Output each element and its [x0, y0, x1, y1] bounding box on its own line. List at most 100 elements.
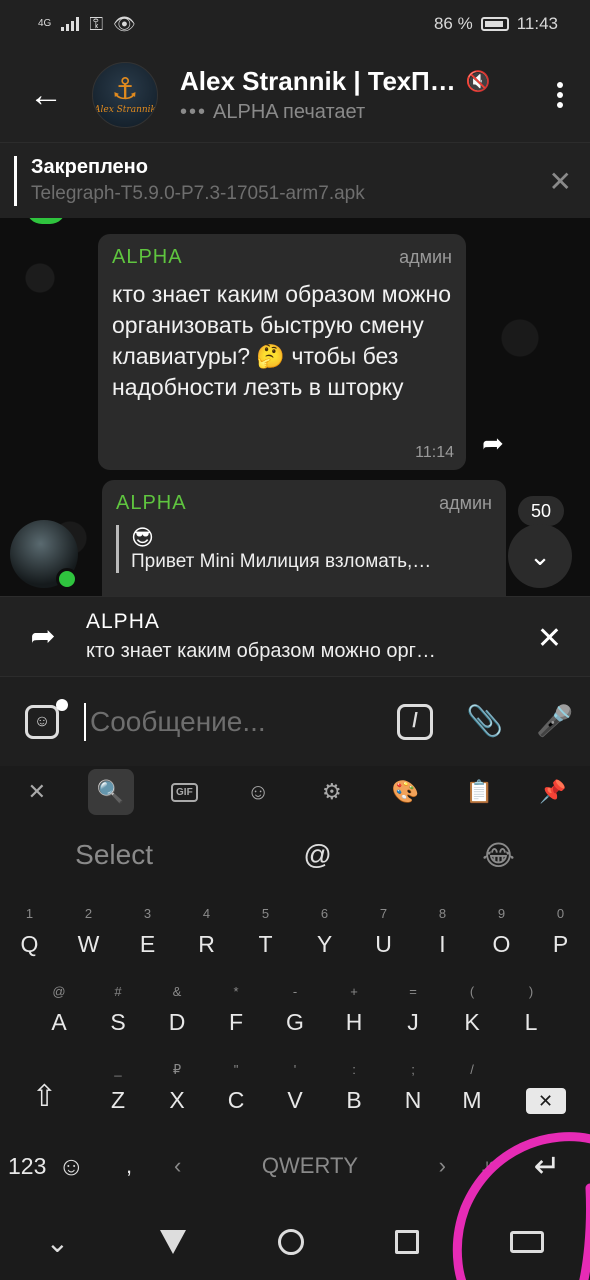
- space-key[interactable]: ‹ QWERTY ›: [154, 1153, 466, 1179]
- key-row-3: ⇧ _ Z ₽ X " C ' V :B ; N / M ✕: [0, 1048, 590, 1126]
- key[interactable]: * F: [207, 970, 266, 1048]
- key[interactable]: 1Q: [0, 892, 59, 970]
- comma-key[interactable]: ,: [104, 1153, 154, 1179]
- key[interactable]: 0P: [531, 892, 590, 970]
- typing-status: ••• ALPHA печатает: [180, 101, 530, 124]
- key[interactable]: ₽ X: [148, 1048, 207, 1126]
- key[interactable]: 3E: [118, 892, 177, 970]
- status-bar: 4G ⚿ 👁 86 % 11:43: [0, 0, 590, 48]
- scroll-down-button[interactable]: ⌄: [508, 524, 572, 588]
- voice-button[interactable]: 🎤: [520, 704, 590, 739]
- message-bubble[interactable]: ALPHA админ 😎 Привет Mini Милиция взлома…: [102, 480, 506, 596]
- key[interactable]: @ A: [30, 970, 89, 1048]
- shift-key[interactable]: ⇧: [1, 1048, 89, 1126]
- key[interactable]: :B: [325, 1048, 384, 1126]
- key[interactable]: = J: [384, 970, 443, 1048]
- chevron-down-icon: ⌄: [529, 540, 551, 571]
- emoji-key[interactable]: ☺: [58, 1151, 104, 1182]
- key[interactable]: + H: [325, 970, 384, 1048]
- key[interactable]: 8I: [413, 892, 472, 970]
- eye-icon: 👁: [113, 13, 136, 34]
- gif-icon[interactable]: GIF: [161, 769, 207, 815]
- message-list[interactable]: ALPHA админ кто знает каким образом можн…: [0, 218, 590, 596]
- search-icon[interactable]: 🔍: [87, 769, 134, 815]
- system-navigation-bar: ⌄: [0, 1204, 590, 1280]
- key[interactable]: ; N: [384, 1048, 443, 1126]
- key[interactable]: 4R: [177, 892, 236, 970]
- punctuation-key[interactable]: ,!?: [466, 1158, 512, 1174]
- key[interactable]: -G: [266, 970, 325, 1048]
- close-reply-button[interactable]: ✕: [537, 621, 562, 656]
- paperclip-icon: 📎: [466, 705, 504, 738]
- on-screen-keyboard: ✕ 🔍 GIF ☺ ⚙ 🎨 📋 📌 Select @ 😂 1Q 2W 3E 4R…: [0, 766, 590, 1204]
- signal-icon: [61, 17, 80, 31]
- message-input[interactable]: Сообщение...: [84, 702, 380, 741]
- message-sender[interactable]: ALPHA: [112, 246, 183, 269]
- battery-icon: [480, 17, 509, 31]
- pinned-text: Telegraph-T5.9.0-P7.3-17051-arm7.apk: [31, 183, 365, 204]
- suggestion-item[interactable]: 😂: [482, 839, 515, 872]
- home-nav-icon[interactable]: [277, 1229, 304, 1255]
- attach-button[interactable]: 📎: [450, 704, 520, 739]
- close-icon[interactable]: ✕: [549, 165, 572, 198]
- reply-target-text: кто знает каким образом можно орг…: [86, 640, 436, 662]
- space-label: QWERTY: [261, 1153, 359, 1178]
- key[interactable]: _ Z: [89, 1048, 148, 1126]
- suggestion-item[interactable]: @: [303, 839, 331, 871]
- backspace-icon: ✕: [525, 1088, 566, 1114]
- key[interactable]: 9O: [472, 892, 531, 970]
- chat-avatar[interactable]: ⚓ Alex Strannik: [92, 62, 158, 128]
- key-icon: ⚿: [89, 13, 104, 34]
- key[interactable]: ) L: [502, 970, 561, 1048]
- key[interactable]: # S: [89, 970, 148, 1048]
- quoted-reply[interactable]: 😎 Привет Mini Милиция взломать,…: [116, 525, 492, 573]
- typing-text: ALPHA печатает: [213, 101, 366, 123]
- chevron-left-icon: ‹: [174, 1153, 182, 1178]
- back-button[interactable]: ←: [0, 48, 92, 142]
- quoted-text: Привет Mini Милиция взломать,…: [131, 551, 432, 572]
- key[interactable]: / M: [443, 1048, 502, 1126]
- sticker-icon[interactable]: ☺: [235, 769, 281, 815]
- bot-command-button[interactable]: /: [380, 703, 450, 740]
- suggestion-item[interactable]: Select: [75, 839, 153, 871]
- clipboard-icon[interactable]: 📋: [456, 769, 502, 815]
- reply-preview-bar[interactable]: ➦ ALPHA кто знает каким образом можно ор…: [0, 596, 590, 676]
- sender-role: админ: [439, 493, 492, 513]
- clock: 11:43: [516, 14, 558, 33]
- pin-icon[interactable]: 📌: [530, 769, 576, 815]
- message-sender[interactable]: ALPHA: [116, 492, 187, 515]
- numbers-key[interactable]: 123: [8, 1153, 58, 1180]
- more-options-button[interactable]: [530, 82, 590, 108]
- key[interactable]: (K: [443, 970, 502, 1048]
- network-type: 4G: [38, 18, 52, 29]
- palette-icon[interactable]: 🎨: [383, 769, 429, 815]
- battery-percent: 86 %: [433, 14, 473, 33]
- pinned-title: Закреплено: [31, 156, 148, 178]
- suggestion-strip: Select @ 😂: [0, 818, 590, 892]
- unread-count-badge: 50: [518, 496, 564, 526]
- close-icon[interactable]: ✕: [14, 769, 60, 815]
- message-bubble[interactable]: ALPHA админ кто знает каким образом можн…: [98, 234, 466, 470]
- key[interactable]: & D: [148, 970, 207, 1048]
- keyboard-toolbar: ✕ 🔍 GIF ☺ ⚙ 🎨 📋 📌: [0, 766, 590, 818]
- back-nav-icon[interactable]: [160, 1230, 187, 1254]
- key[interactable]: 6Y: [295, 892, 354, 970]
- pinned-indicator: [14, 155, 17, 206]
- chat-title-block[interactable]: Alex Strannik | ТехП… 🔇 ••• ALPHA печатае…: [180, 66, 530, 124]
- key[interactable]: " C: [207, 1048, 266, 1126]
- new-sticker-dot: [56, 698, 68, 711]
- key[interactable]: ' V: [266, 1048, 325, 1126]
- message-time: 11:14: [415, 444, 454, 461]
- key[interactable]: 5T: [236, 892, 295, 970]
- settings-icon[interactable]: ⚙: [309, 769, 355, 815]
- key[interactable]: 2W: [59, 892, 118, 970]
- key[interactable]: 7U: [354, 892, 413, 970]
- pinned-message-bar[interactable]: Закреплено Telegraph-T5.9.0-P7.3-17051-a…: [0, 142, 590, 218]
- backspace-key[interactable]: ✕: [502, 1048, 590, 1126]
- hide-keyboard-icon[interactable]: ⌄: [46, 1226, 69, 1259]
- keyboard-switch-icon[interactable]: [510, 1231, 545, 1253]
- sticker-button[interactable]: ☺: [0, 698, 84, 739]
- enter-key[interactable]: ↵: [512, 1147, 582, 1185]
- share-icon[interactable]: ➦: [482, 428, 504, 459]
- recents-nav-icon[interactable]: [395, 1230, 419, 1254]
